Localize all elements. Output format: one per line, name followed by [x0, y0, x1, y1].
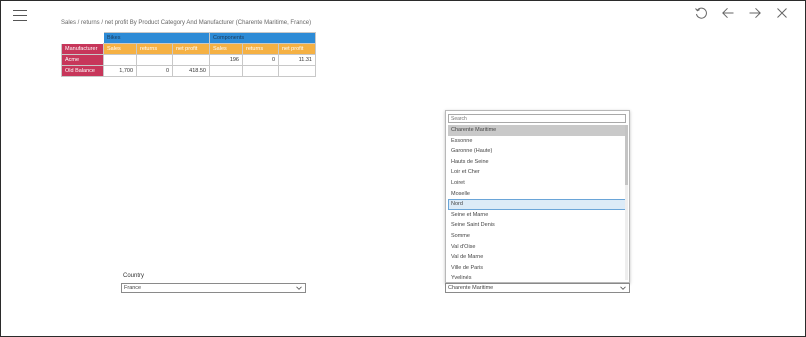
table-corner	[61, 32, 104, 44]
column-header: Sales	[209, 43, 243, 55]
dropdown-search-input[interactable]	[448, 114, 626, 123]
table-cell	[136, 54, 173, 66]
scrollbar-thumb[interactable]	[625, 125, 628, 185]
table-row: Acme 196 0 11.31	[61, 54, 316, 66]
table-cell	[242, 65, 279, 77]
table-cell	[103, 54, 137, 66]
dropdown-option[interactable]: Somme	[448, 231, 626, 242]
dropdown-option[interactable]: Nord	[448, 199, 626, 210]
row-header: Old Balance	[61, 65, 104, 77]
report-title: Sales / returns / net profit By Product …	[61, 20, 312, 26]
dropdown-option[interactable]: Loiret	[448, 178, 626, 189]
close-icon[interactable]	[775, 6, 789, 20]
country-label: Country	[123, 273, 145, 279]
toolbar	[694, 6, 789, 20]
column-header: net profit	[172, 43, 210, 55]
column-header: returns	[136, 43, 173, 55]
manufacturer-header: Manufacturer	[61, 43, 104, 55]
table-cell: 0	[136, 65, 173, 77]
dropdown-option[interactable]: Charente Maritime	[448, 125, 626, 136]
table-cell: 418.50	[172, 65, 210, 77]
table-cell	[278, 65, 316, 77]
table-cell	[172, 54, 210, 66]
table-cell	[209, 65, 243, 77]
dropdown-option[interactable]: Ville de Paris	[448, 263, 626, 274]
dropdown-option[interactable]: Seine Saint Denis	[448, 220, 626, 231]
report-table: Bikes Components Manufacturer Sales retu…	[61, 32, 316, 77]
dropdown-list: Charente Maritime Essonne Garonne (Haute) H…	[448, 125, 626, 280]
row-header: Acme	[61, 54, 104, 66]
dropdown-option[interactable]: Moselle	[448, 189, 626, 200]
column-header: Sales	[103, 43, 137, 55]
chevron-down-icon	[296, 286, 302, 290]
dropdown-option[interactable]: Seine et Marne	[448, 210, 626, 221]
refresh-icon[interactable]	[694, 6, 708, 20]
department-dropdown-panel: Charente MaritimeEssonneGaronne (Haute)H…	[445, 110, 630, 283]
table-cell: 0	[242, 54, 279, 66]
dropdown-option[interactable]: Garonne (Haute)	[448, 146, 626, 157]
column-header: net profit	[278, 43, 316, 55]
dropdown-option[interactable]: Yvelinés	[448, 273, 626, 280]
dropdown-option[interactable]: Essonne	[448, 136, 626, 147]
group-header-components: Components	[209, 32, 316, 44]
country-select[interactable]: France	[121, 283, 306, 293]
chevron-down-icon	[620, 286, 626, 290]
hamburger-menu-icon[interactable]	[13, 10, 27, 21]
table-cell: 196	[209, 54, 243, 66]
group-header-bikes: Bikes	[103, 32, 210, 44]
country-select-value: France	[124, 285, 142, 291]
dropdown-option[interactable]: Val de Marne	[448, 252, 626, 263]
department-select-value: Charente Maritime	[448, 285, 494, 291]
dropdown-option[interactable]: Loir et Cher	[448, 167, 626, 178]
dropdown-scrollbar[interactable]	[625, 125, 628, 280]
dropdown-option[interactable]: Val d'Oise	[448, 242, 626, 253]
arrow-right-icon[interactable]	[748, 6, 762, 20]
table-cell: 1,700	[103, 65, 137, 77]
arrow-left-icon[interactable]	[721, 6, 735, 20]
department-select[interactable]: Charente Maritime	[445, 283, 630, 293]
table-row: Old Balance 1,700 0 418.50	[61, 65, 316, 77]
table-cell: 11.31	[278, 54, 316, 66]
column-header: returns	[242, 43, 279, 55]
dropdown-option[interactable]: Hauts de Seine	[448, 157, 626, 168]
